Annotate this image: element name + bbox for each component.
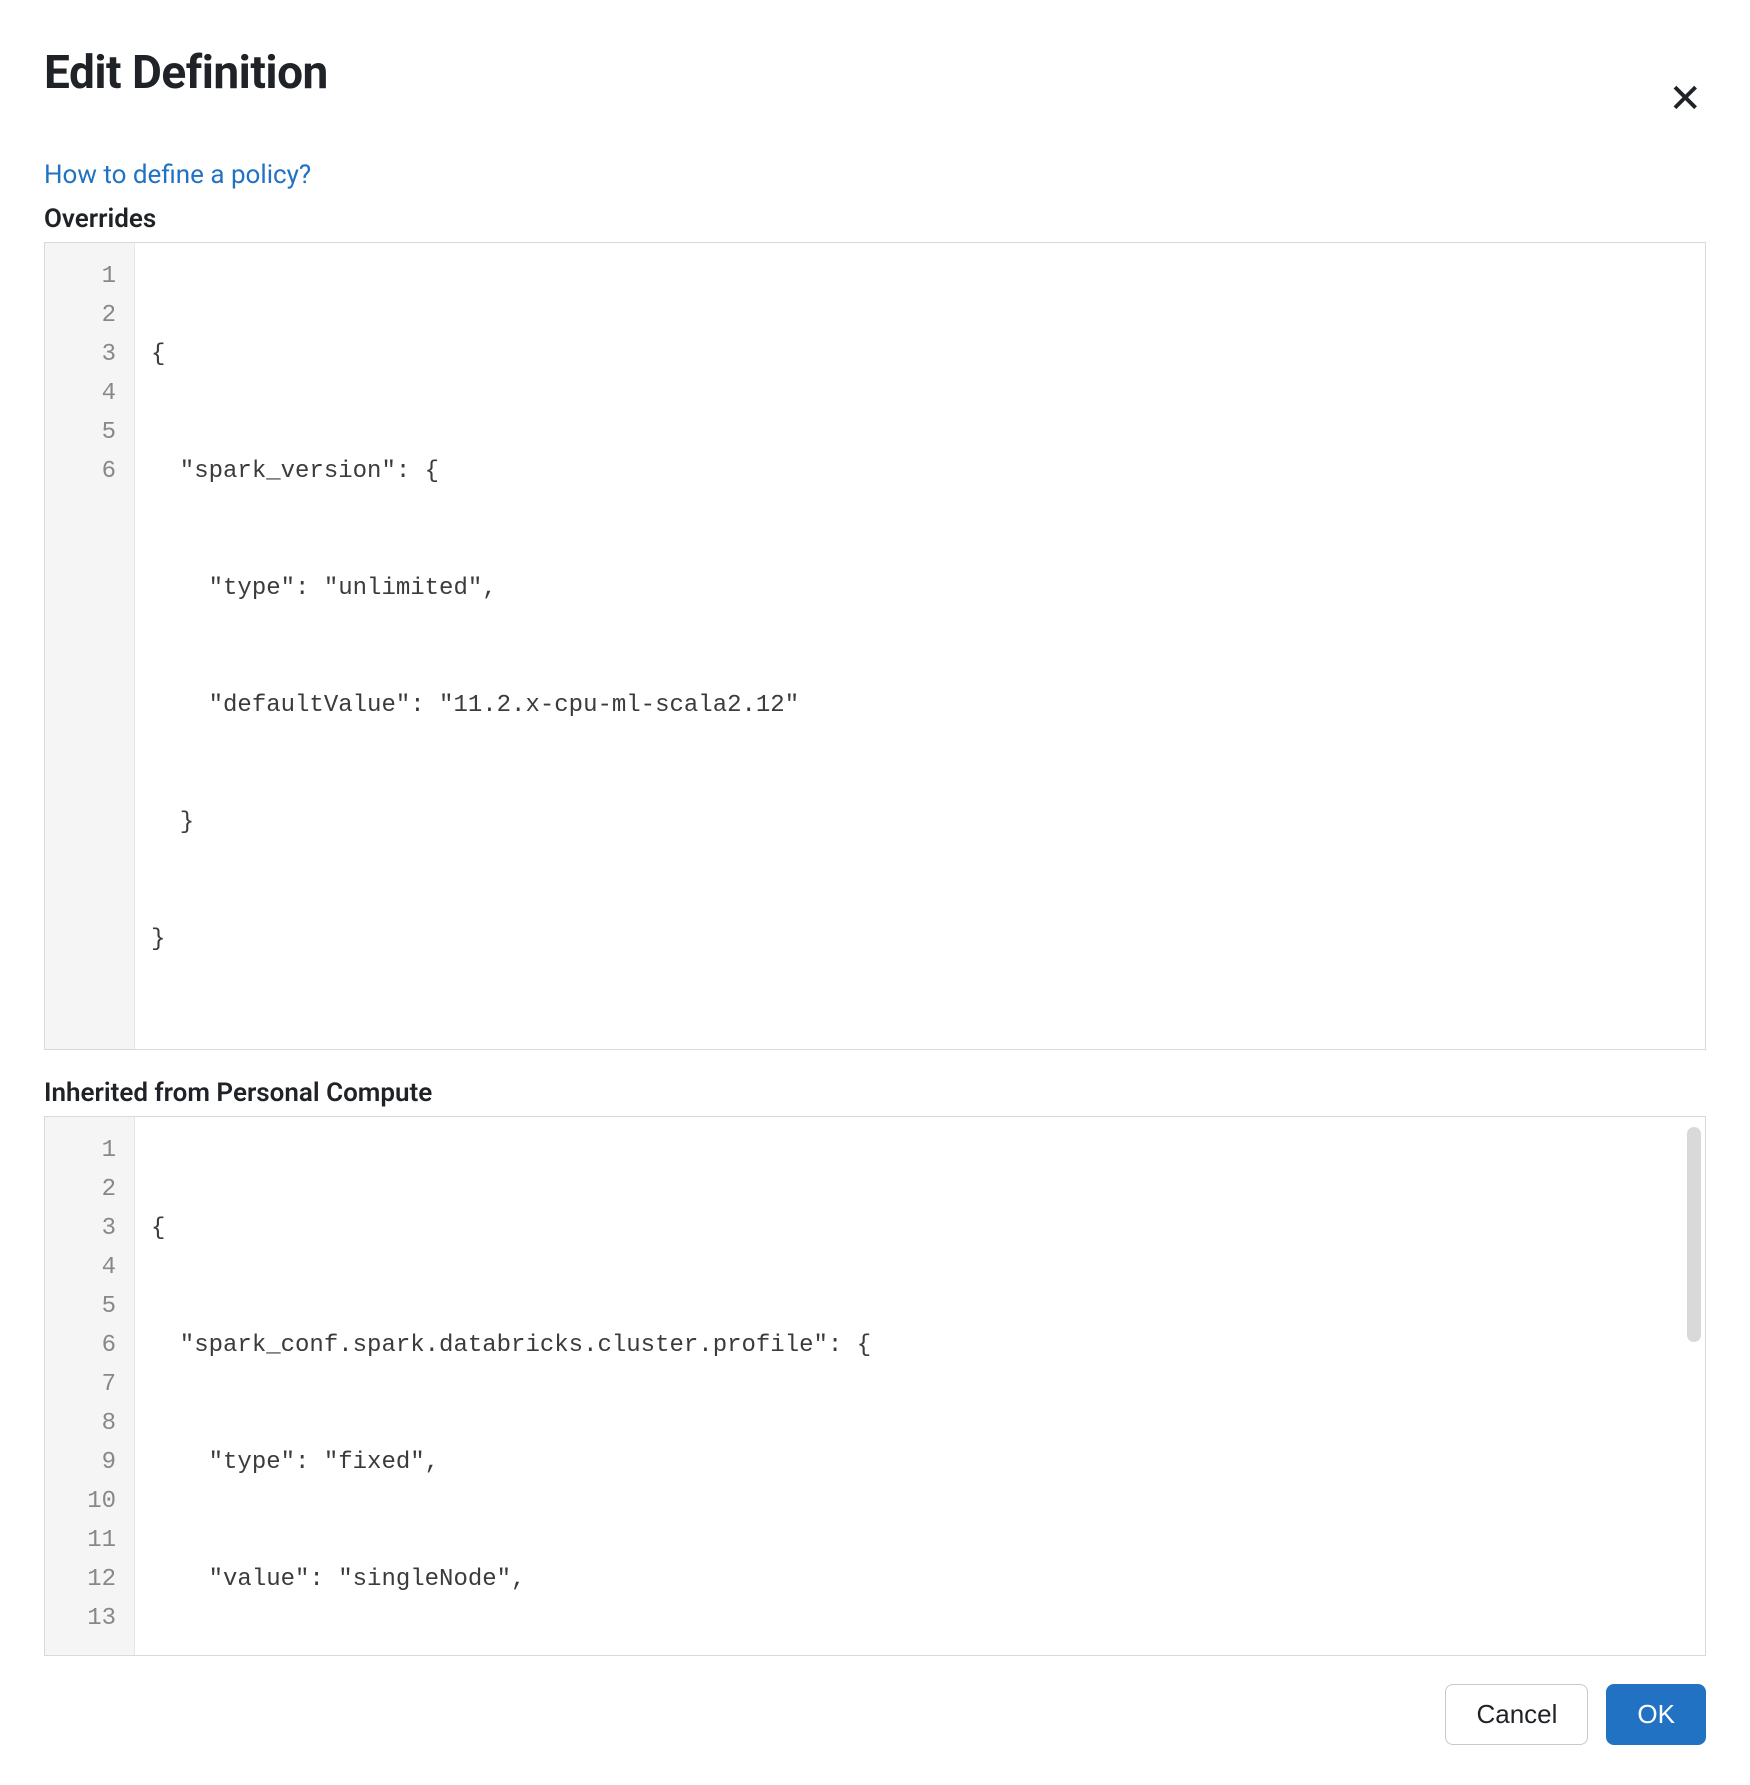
- cancel-button[interactable]: Cancel: [1445, 1684, 1588, 1745]
- line-number: 2: [45, 1170, 124, 1209]
- line-number: 5: [45, 1287, 124, 1326]
- code-line: "value": "singleNode",: [151, 1560, 1689, 1599]
- line-number: 4: [45, 1248, 124, 1287]
- help-link[interactable]: How to define a policy?: [44, 160, 311, 190]
- line-number: 10: [45, 1482, 124, 1521]
- scrollbar-thumb[interactable]: [1687, 1127, 1701, 1342]
- overrides-label: Overrides: [44, 204, 1706, 234]
- line-number: 2: [45, 296, 124, 335]
- line-number: 1: [45, 257, 124, 296]
- inherited-code-body[interactable]: { "spark_conf.spark.databricks.cluster.p…: [135, 1117, 1705, 1655]
- code-line: }: [151, 920, 1689, 959]
- inherited-gutter: 1 2 3 4 5 6 7 8 9 10 11 12 13: [45, 1117, 135, 1655]
- code-line: "type": "fixed",: [151, 1443, 1689, 1482]
- line-number: 5: [45, 413, 124, 452]
- line-number: 9: [45, 1443, 124, 1482]
- overrides-code-body[interactable]: { "spark_version": { "type": "unlimited"…: [135, 243, 1705, 1049]
- code-line: "spark_conf.spark.databricks.cluster.pro…: [151, 1326, 1689, 1365]
- code-line: "defaultValue": "11.2.x-cpu-ml-scala2.12…: [151, 686, 1689, 725]
- code-line: {: [151, 335, 1689, 374]
- line-number: 6: [45, 452, 124, 491]
- inherited-label: Inherited from Personal Compute: [44, 1078, 1706, 1108]
- line-number: 7: [45, 1365, 124, 1404]
- edit-definition-modal: Edit Definition ✕ How to define a policy…: [0, 0, 1750, 1785]
- code-line: "spark_version": {: [151, 452, 1689, 491]
- line-number: 1: [45, 1131, 124, 1170]
- overrides-gutter: 1 2 3 4 5 6: [45, 243, 135, 1049]
- line-number: 13: [45, 1599, 124, 1638]
- code-line: "type": "unlimited",: [151, 569, 1689, 608]
- modal-header: Edit Definition ✕: [44, 28, 1706, 160]
- modal-title: Edit Definition: [44, 46, 328, 100]
- line-number: 12: [45, 1560, 124, 1599]
- code-line: }: [151, 803, 1689, 842]
- code-line: {: [151, 1209, 1689, 1248]
- inherited-code-editor[interactable]: 1 2 3 4 5 6 7 8 9 10 11 12 13 { "spark_c…: [44, 1116, 1706, 1656]
- line-number: 6: [45, 1326, 124, 1365]
- line-number: 3: [45, 335, 124, 374]
- close-icon[interactable]: ✕: [1664, 75, 1706, 123]
- line-number: 3: [45, 1209, 124, 1248]
- modal-footer: Cancel OK: [44, 1684, 1706, 1745]
- line-number: 8: [45, 1404, 124, 1443]
- ok-button[interactable]: OK: [1606, 1684, 1706, 1745]
- overrides-code-editor[interactable]: 1 2 3 4 5 6 { "spark_version": { "type":…: [44, 242, 1706, 1050]
- line-number: 4: [45, 374, 124, 413]
- line-number: 11: [45, 1521, 124, 1560]
